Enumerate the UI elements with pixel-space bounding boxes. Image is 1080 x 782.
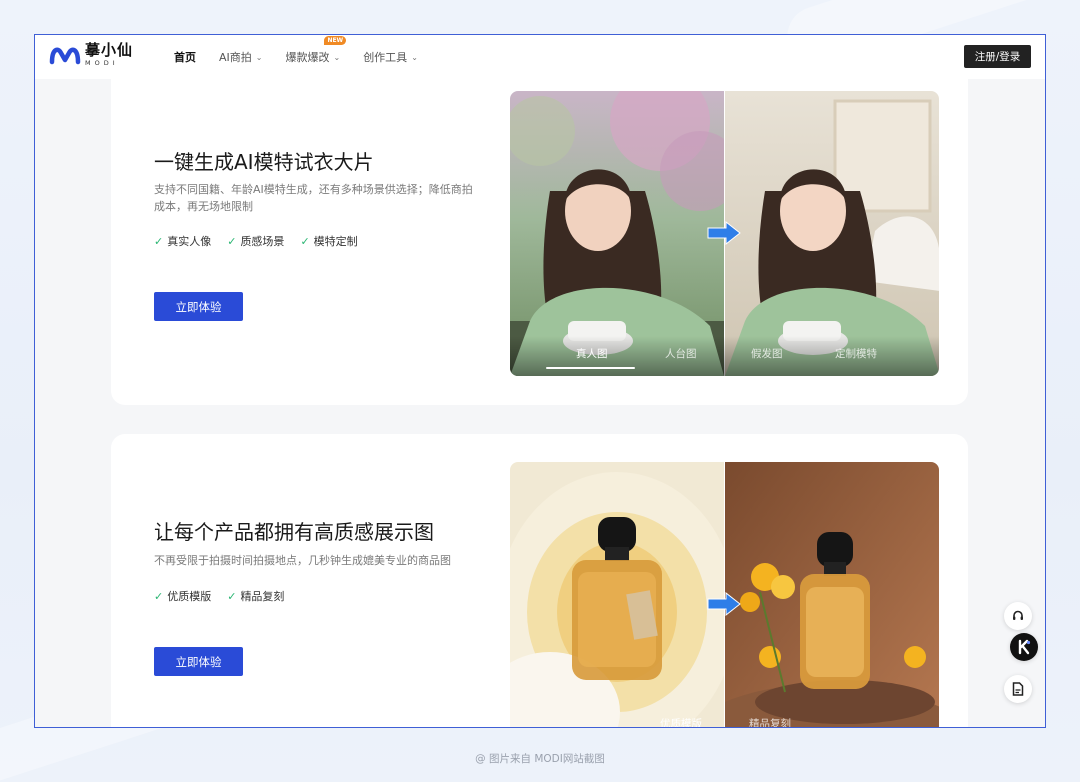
- feature-item: ✓ 真实人像: [154, 234, 212, 249]
- wig-photo: [724, 91, 939, 376]
- feature-list: ✓ 优质模版 ✓ 精品复刻: [154, 588, 300, 604]
- nav-item-home[interactable]: 首页: [174, 49, 196, 65]
- browser-frame: 摹小仙 MODI 首页 AI商拍 ⌄ 爆款爆改 ⌄ NEW 创作工具 ⌄ 注册/…: [34, 34, 1046, 728]
- feature-item: ✓ 模特定制: [300, 234, 358, 249]
- nav-item-ai-shoot[interactable]: AI商拍 ⌄: [219, 49, 262, 65]
- document-button[interactable]: [1004, 675, 1032, 703]
- check-icon: ✓: [227, 589, 237, 603]
- real-person-photo: [510, 91, 725, 376]
- headset-icon: [1013, 610, 1023, 620]
- nav-item-label: 创作工具: [363, 51, 408, 64]
- section-description: 不再受限于拍摄时间拍摄地点，几秒钟生成媲美专业的商品图: [154, 554, 451, 567]
- feature-card-ai-model: 一键生成AI模特试衣大片 支持不同国籍、年龄AI模特生成，还有多种场景供选择；降…: [111, 59, 968, 405]
- chevron-down-icon: ⌄: [255, 52, 263, 62]
- brand-k-icon: [1018, 639, 1031, 655]
- try-now-button[interactable]: 立即体验: [154, 292, 243, 321]
- arrow-right-icon: [707, 592, 741, 616]
- replica-photo: [724, 462, 939, 727]
- park-portrait-illustration: [510, 91, 725, 376]
- section-title: 让每个产品都拥有高质感展示图: [154, 520, 434, 544]
- document-icon: [1012, 682, 1024, 696]
- caption-real-person[interactable]: 真人图: [576, 346, 608, 361]
- caption-template[interactable]: 优质模版: [660, 716, 702, 727]
- image-source-note: @ 图片来自 MODI网站截图: [475, 753, 605, 765]
- brand-logo[interactable]: 摹小仙 MODI: [49, 43, 133, 67]
- try-now-button[interactable]: 立即体验: [154, 647, 243, 676]
- customer-service-button[interactable]: [1004, 602, 1032, 630]
- indoor-portrait-illustration: [724, 91, 939, 376]
- section-description: 支持不同国籍、年龄AI模特生成，还有多种场景供选择；降低商拍成本，再无场地限制: [154, 183, 473, 213]
- modi-logo-icon: [49, 47, 81, 65]
- nav-menu: 首页 AI商拍 ⌄ 爆款爆改 ⌄ NEW 创作工具 ⌄: [174, 35, 441, 79]
- top-navbar: 摹小仙 MODI 首页 AI商拍 ⌄ 爆款爆改 ⌄ NEW 创作工具 ⌄ 注册/…: [35, 35, 1045, 79]
- chevron-down-icon: ⌄: [333, 52, 341, 62]
- model-comparison-image: 真人图 人台图 假发图 定制模特: [510, 91, 939, 376]
- caption-replica[interactable]: 精品复刻: [749, 716, 791, 727]
- arrow-right-icon: [707, 221, 741, 245]
- caption-wig[interactable]: 假发图: [751, 346, 783, 361]
- feature-item: ✓ 质感场景: [227, 234, 285, 249]
- feature-list: ✓ 真实人像 ✓ 质感场景 ✓ 模特定制: [154, 233, 374, 249]
- product-comparison-image: 优质模版 精品复刻: [510, 462, 939, 727]
- perfume-flower-illustration: [510, 462, 725, 727]
- feature-item: ✓ 优质模版: [154, 589, 212, 604]
- nav-item-label: AI商拍: [219, 51, 252, 64]
- active-caption-underline: [546, 367, 635, 369]
- check-icon: ✓: [227, 234, 237, 248]
- nav-item-creative-tools[interactable]: 创作工具 ⌄: [363, 49, 418, 65]
- check-icon: ✓: [154, 589, 164, 603]
- brand-k-button[interactable]: [1010, 633, 1038, 661]
- check-icon: ✓: [154, 234, 164, 248]
- chevron-down-icon: ⌄: [411, 52, 418, 62]
- check-icon: ✓: [300, 234, 310, 248]
- brand-name-cn: 摹小仙: [85, 41, 134, 60]
- feature-item: ✓ 精品复刻: [227, 589, 285, 604]
- perfume-rock-illustration: [724, 462, 939, 727]
- caption-custom-model[interactable]: 定制模特: [835, 346, 877, 361]
- template-photo: [510, 462, 725, 727]
- nav-item-makeover[interactable]: 爆款爆改 ⌄ NEW: [285, 36, 347, 65]
- caption-mannequin[interactable]: 人台图: [665, 346, 697, 361]
- nav-item-label: 爆款爆改: [285, 51, 330, 64]
- login-button[interactable]: 注册/登录: [964, 45, 1031, 68]
- new-badge: NEW: [324, 36, 347, 45]
- brand-name-en: MODI: [85, 59, 119, 68]
- nav-item-label: 首页: [174, 51, 196, 64]
- section-title: 一键生成AI模特试衣大片: [154, 150, 374, 174]
- feature-card-product: 让每个产品都拥有高质感展示图 不再受限于拍摄时间拍摄地点，几秒钟生成媲美专业的商…: [111, 434, 968, 727]
